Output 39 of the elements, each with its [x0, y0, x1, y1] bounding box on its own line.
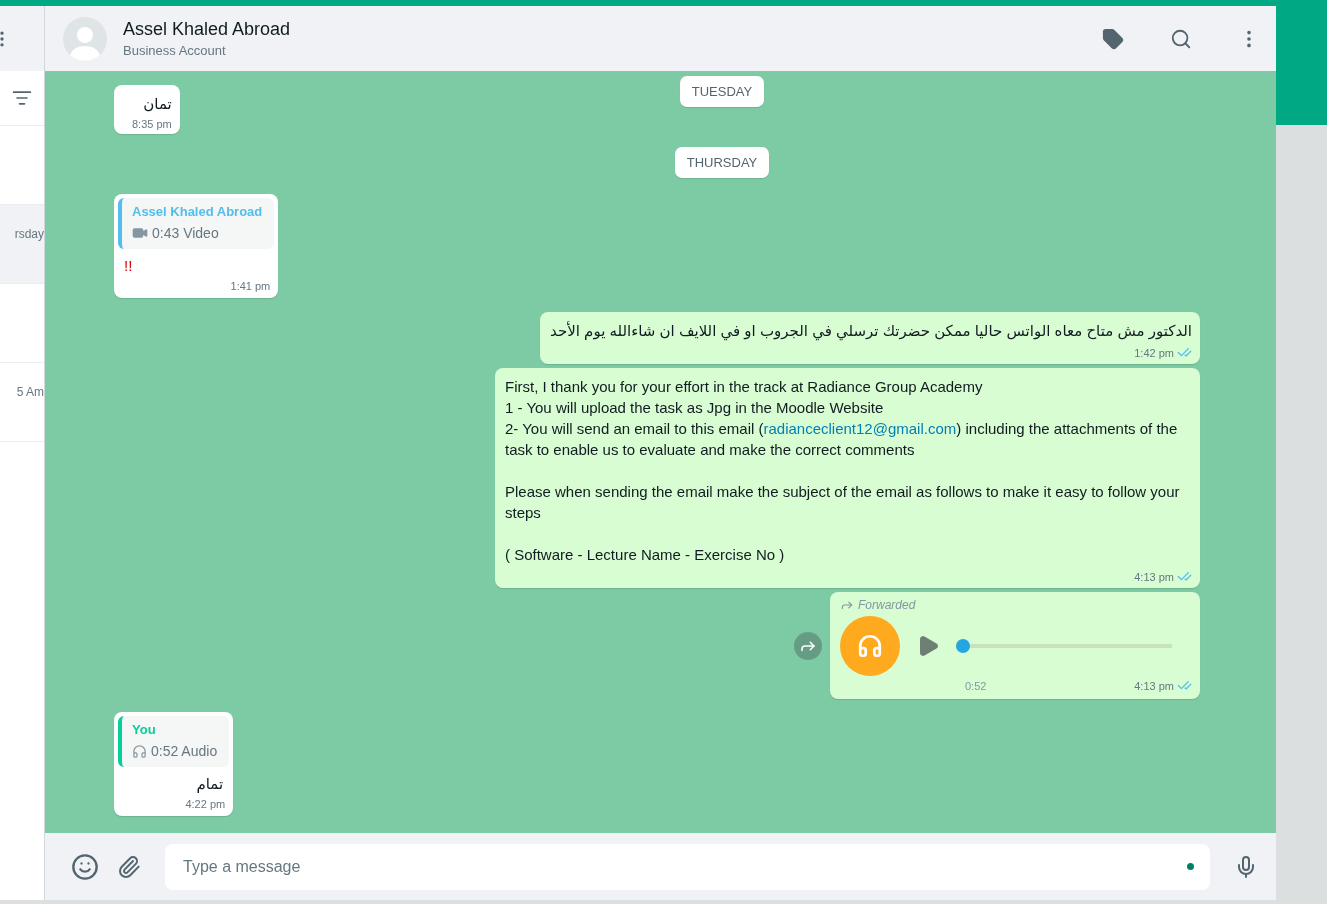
quote-author: Assel Khaled Abroad [132, 204, 263, 219]
message-time: 4:22 pm [185, 798, 226, 810]
quote-text: 0:43 Video [152, 225, 219, 241]
progress-thumb[interactable] [956, 639, 970, 653]
chat-time: rsday [14, 227, 44, 241]
quoted-message[interactable]: Assel Khaled Abroad 0:43 Video [118, 198, 275, 249]
chat-list-item[interactable]: rsday [0, 205, 44, 284]
email-link[interactable]: radianceclient12@gmail.com [763, 420, 957, 437]
label-icon[interactable] [1102, 27, 1124, 50]
filter-icon[interactable] [12, 88, 32, 108]
message-time: 8:35 pm [132, 118, 172, 130]
headphones-icon [132, 743, 147, 759]
message-time: 1:41 pm [230, 280, 271, 292]
status-dot-icon [1187, 863, 1194, 870]
audio-duration: 0:52 [965, 679, 987, 692]
contact-subtitle: Business Account [123, 43, 227, 58]
quote-author: You [132, 722, 157, 737]
message-text: !! [123, 256, 134, 276]
message-text: First, I thank you for your effort in the track at Radiance Group Academy 1 - You will upload the task as Jpg in the Moodle Website 2- You will send an email to this email (radianceclient12@gmail.com) including the attachments of the task to enable us to evaluate and make the correct comments Please when sending the email make the subject of the email as follows to make it easy to follow your steps ( Software - Lecture Name - Exercise No ) [505, 377, 1181, 565]
forwarded-text: Forwarded [858, 598, 916, 612]
message-time: 1:42 pm [1134, 346, 1174, 359]
attach-icon[interactable] [117, 854, 141, 879]
message-composer[interactable]: Type a message [165, 843, 1210, 890]
date-chip: TUESDAY [679, 76, 765, 107]
search-icon[interactable] [1170, 27, 1192, 50]
contact-name: Assel Khaled Abroad [123, 19, 292, 40]
message-text: الدكتور مش متاح معاه الواتس حاليا ممكن حضرتك ترسلي في الجروب او في اللايف ان شاءالله يوم الأحد [550, 320, 1192, 341]
headphones-icon [840, 616, 900, 676]
emoji-icon[interactable] [71, 852, 99, 881]
message-text: تمام [195, 774, 225, 794]
forward-arrow-icon [840, 598, 854, 612]
message-time: 4:13 pm [1134, 679, 1174, 692]
chat-time: 5 Am [16, 385, 44, 399]
quoted-message[interactable]: You 0:52 Audio [118, 716, 230, 767]
message-time: 4:13 pm [1134, 570, 1174, 583]
date-chip: THURSDAY [674, 147, 770, 178]
quote-text: 0:52 Audio [151, 743, 218, 759]
video-icon [132, 225, 148, 241]
message-text: تمان [142, 94, 172, 114]
